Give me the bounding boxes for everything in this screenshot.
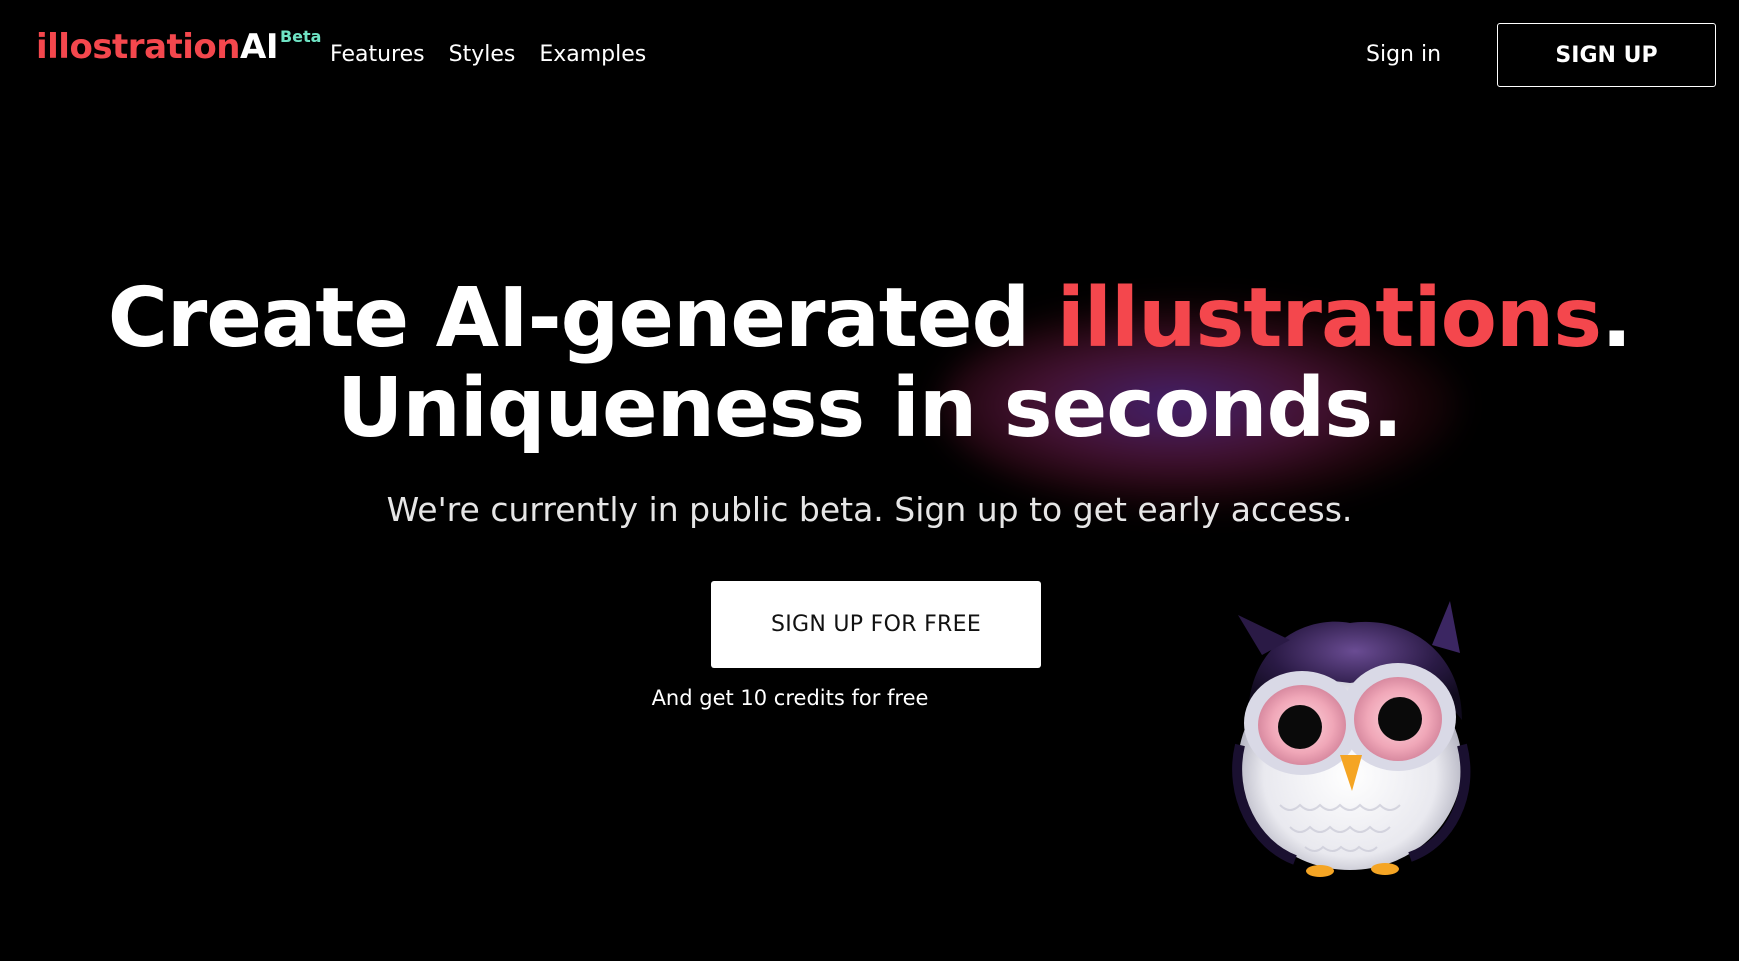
hero-subtitle: We're currently in public beta. Sign up … xyxy=(386,490,1353,529)
brand-logo[interactable]: illostrationAI Beta xyxy=(36,27,322,67)
hero-title-line2: Uniqueness in seconds. xyxy=(336,361,1403,456)
nav-link-styles[interactable]: Styles xyxy=(449,44,516,66)
nav-link-examples[interactable]: Examples xyxy=(539,44,646,66)
sign-up-for-free-button[interactable]: SIGN UP FOR FREE xyxy=(711,581,1041,668)
sign-up-button[interactable]: SIGN UP xyxy=(1497,23,1716,87)
main-nav: Features Styles Examples xyxy=(330,44,670,66)
beta-badge: Beta xyxy=(279,27,322,46)
landing-page: illostrationAI Beta Features Styles Examp… xyxy=(0,0,1739,961)
hero-title-accent: illustrations xyxy=(1056,271,1602,366)
hero-title: Create AI-generated illustrations. Uniqu… xyxy=(0,274,1739,454)
hero-title-prefix: Create AI-generated xyxy=(107,271,1057,366)
top-navigation-bar: illostrationAI Beta Features Styles Examp… xyxy=(0,0,1739,112)
owl-mascot-icon xyxy=(1232,601,1471,877)
sign-in-link[interactable]: Sign in xyxy=(1366,44,1441,66)
nav-link-features[interactable]: Features xyxy=(330,44,425,66)
hero-title-suffix: . xyxy=(1601,271,1632,366)
logo-text-primary: illostration xyxy=(36,27,241,67)
logo-text-secondary: AI xyxy=(240,27,278,67)
